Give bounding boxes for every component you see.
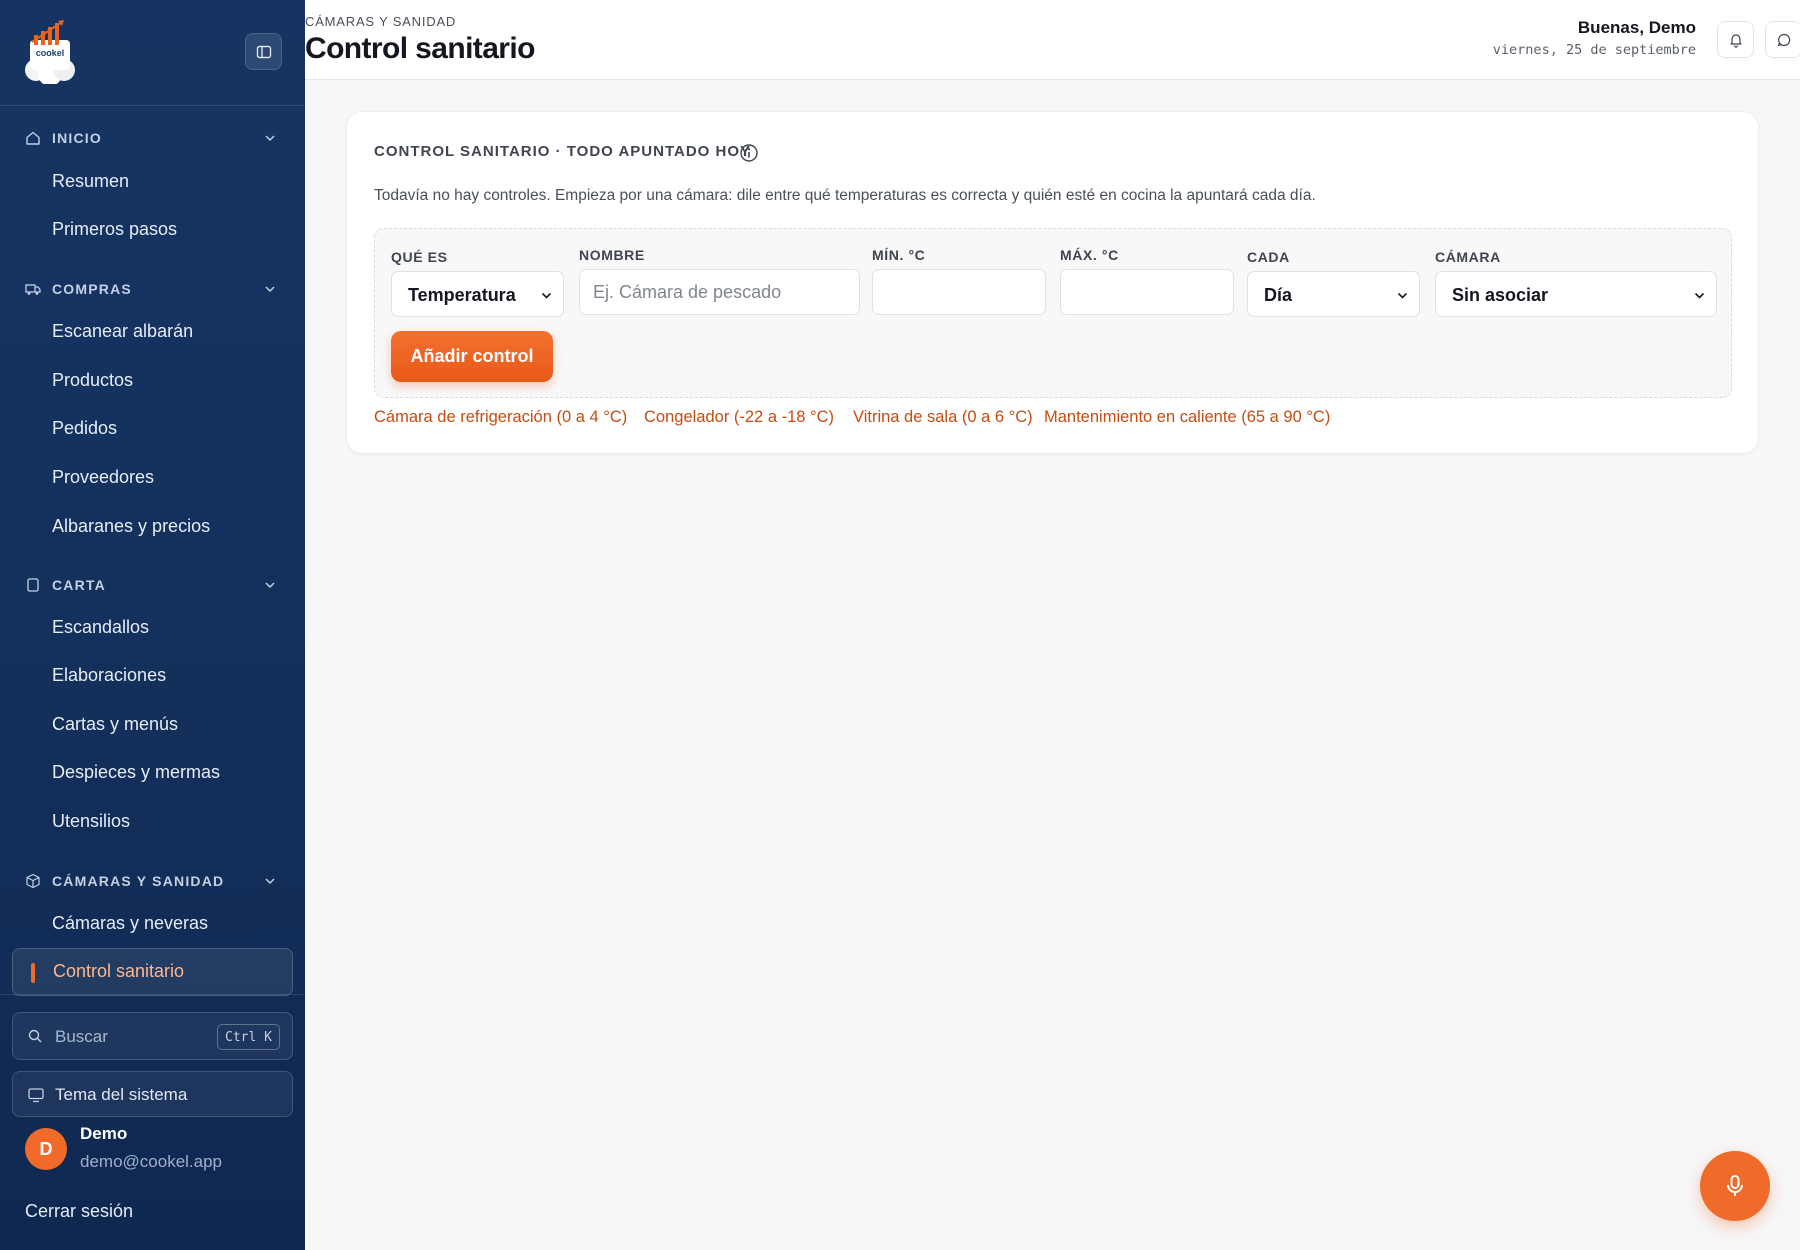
preset-camara-refrigeracion[interactable]: Cámara de refrigeración (0 a 4 °C) [374,408,627,427]
section-label: COMPRAS [52,281,132,297]
active-indicator [31,963,35,983]
sidebar-item-label: Control sanitario [53,961,185,981]
box-icon [25,873,41,889]
chevron-down-icon [265,582,275,589]
search-placeholder: Buscar [55,1027,108,1046]
sidebar-search[interactable]: Buscar Ctrl K [12,1012,293,1060]
sidebar-item-camaras-neveras[interactable]: Cámaras y neveras [52,913,208,934]
field-label-cada: CADA [1247,249,1290,265]
field-label-nombre: NOMBRE [579,247,645,263]
chevron-down-icon [541,292,552,299]
preset-vitrina-sala[interactable]: Vitrina de sala (0 a 6 °C) [853,408,1033,427]
section-label: CÁMARAS Y SANIDAD [52,873,225,889]
sidebar-divider [0,994,305,995]
cada-select[interactable]: Día [1247,271,1420,317]
user-email: demo@cookel.app [80,1152,223,1171]
chevron-down-icon [265,878,275,885]
truck-icon [25,281,41,297]
chevron-down-icon [1694,292,1705,299]
card-description: Todavía no hay controles. Empieza por un… [374,187,1316,204]
field-label-camara: CÁMARA [1435,249,1501,265]
section-camaras-sanidad[interactable]: CÁMARAS Y SANIDAD [0,866,305,896]
section-label: INICIO [52,130,102,146]
add-control-button[interactable]: Añadir control [391,331,553,382]
sidebar-item-proveedores[interactable]: Proveedores [52,467,154,488]
field-label-max: MÁX. °C [1060,247,1119,263]
select-value: Temperatura [408,285,516,305]
sidebar-item-utensilios[interactable]: Utensilios [52,811,130,832]
sidebar-item-cartas-menus[interactable]: Cartas y menús [52,714,178,735]
sidebar-item-primeros-pasos[interactable]: Primeros pasos [52,219,177,240]
max-temp-input[interactable] [1060,269,1234,315]
sidebar-item-pedidos[interactable]: Pedidos [52,418,117,439]
notifications-button[interactable] [1717,21,1754,58]
greeting: Buenas, Demo [1577,18,1696,37]
user-name: Demo [80,1124,128,1143]
field-label-min: MÍN. °C [872,247,926,263]
svg-text:cookel: cookel [36,48,65,58]
theme-toggle[interactable]: Tema del sistema [12,1071,293,1117]
sidebar-item-control-sanitario[interactable]: Control sanitario [12,948,293,996]
section-inicio[interactable]: INICIO [0,123,305,153]
camara-select[interactable]: Sin asociar [1435,271,1717,317]
chat-icon [1777,33,1790,46]
avatar[interactable]: D [25,1128,67,1170]
bell-icon [1729,33,1742,48]
preset-mantenimiento-caliente[interactable]: Mantenimiento en caliente (65 a 90 °C) [1044,408,1330,427]
breadcrumb[interactable]: CÁMARAS Y SANIDAD [305,14,456,29]
control-sanitario-card: CONTROL SANITARIO · TODO APUNTADO HOY To… [346,111,1759,454]
mic-icon [1727,1175,1743,1196]
sidebar-toggle-icon [256,45,271,58]
search-icon [28,1029,42,1043]
sidebar-item-resumen[interactable]: Resumen [52,171,129,192]
nombre-input[interactable]: Ej. Cámara de pescado [579,269,860,315]
card-title: CONTROL SANITARIO · TODO APUNTADO HOY [374,143,751,160]
field-label-que-es: QUÉ ES [391,249,448,265]
sidebar-item-albaranes-precios[interactable]: Albaranes y precios [52,516,210,537]
home-icon [25,130,41,146]
top-header: CÁMARAS Y SANIDAD Control sanitario Buen… [305,0,1800,80]
section-carta[interactable]: CARTA [0,570,305,600]
que-es-select[interactable]: Temperatura [391,271,564,317]
cookel-logo[interactable]: cookel [22,18,78,84]
select-value: Día [1264,285,1293,305]
book-icon [25,577,41,593]
sidebar-item-despieces-mermas[interactable]: Despieces y mermas [52,762,220,783]
chevron-down-icon [265,135,275,142]
sidebar-item-productos[interactable]: Productos [52,370,133,391]
voice-input-button[interactable] [1700,1151,1770,1221]
section-label: CARTA [52,577,106,593]
sidebar-toggle-button[interactable] [245,33,282,70]
monitor-icon [28,1088,44,1103]
select-value: Sin asociar [1452,285,1549,305]
sidebar-header: cookel [0,0,305,106]
sidebar: cookel INICIO Resumen Primeros pasos COM… [0,0,305,1250]
info-icon[interactable] [739,143,759,163]
theme-label: Tema del sistema [55,1085,188,1104]
section-compras[interactable]: COMPRAS [0,274,305,304]
page-title: Control sanitario [305,32,535,65]
chat-button[interactable] [1765,21,1800,58]
min-temp-input[interactable] [872,269,1046,315]
sidebar-item-escandallos[interactable]: Escandallos [52,617,149,638]
chevron-down-icon [1397,292,1408,299]
sidebar-item-escanear-albaran[interactable]: Escanear albarán [52,321,193,342]
add-control-form: QUÉ ES Temperatura NOMBRE Ej. Cámara de … [374,228,1732,398]
logout-link[interactable]: Cerrar sesión [25,1201,133,1222]
preset-congelador[interactable]: Congelador (-22 a -18 °C) [644,408,834,427]
input-placeholder: Ej. Cámara de pescado [593,282,782,302]
search-shortcut: Ctrl K [217,1024,280,1050]
current-date: viernes, 25 de septiembre [1492,42,1696,58]
chevron-down-icon [265,286,275,293]
sidebar-item-elaboraciones[interactable]: Elaboraciones [52,665,166,686]
